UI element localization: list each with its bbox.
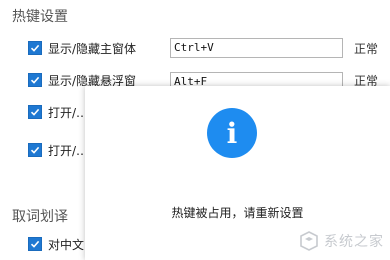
- open-2-label: 打开/…: [48, 143, 89, 158]
- open-2-checkbox[interactable]: [28, 143, 42, 157]
- hotkey-row-open-1: 打开/…: [28, 102, 88, 122]
- hotkey-settings-page: 热键设置 显示/隐藏主窗体 Ctrl+V 正常 显示/隐藏悬浮窗 Alt+F 正…: [0, 0, 390, 260]
- open-1-checkbox[interactable]: [28, 105, 42, 119]
- checkmark-icon: [30, 108, 40, 116]
- watermark: 系统之家: [298, 230, 384, 252]
- watermark-logo-icon: [300, 231, 318, 251]
- hotkey-section-title: 热键设置: [12, 9, 68, 25]
- checkmark-icon: [30, 44, 40, 52]
- checkmark-icon: [30, 146, 40, 154]
- open-1-label: 打开/…: [48, 105, 89, 120]
- chinese-checkbox[interactable]: [28, 237, 42, 251]
- word-section-title: 取词划译: [12, 209, 68, 225]
- main-window-checkbox[interactable]: [28, 41, 42, 55]
- checkmark-icon: [30, 240, 40, 248]
- main-window-label: 显示/隐藏主窗体: [48, 41, 137, 56]
- chinese-label: 对中文: [48, 237, 85, 252]
- main-window-status: 正常: [354, 42, 379, 56]
- hotkey-row-open-2: 打开/…: [28, 140, 88, 160]
- word-row-chinese: 对中文: [28, 234, 84, 254]
- hotkey-conflict-dialog: i 热键被占用，请重新设置 系统之家: [85, 86, 390, 260]
- dialog-message: 热键被占用，请重新设置: [171, 206, 304, 220]
- main-window-hotkey-input[interactable]: Ctrl+V: [170, 38, 343, 58]
- watermark-text: 系统之家: [324, 234, 384, 250]
- hotkey-row-main-window: 显示/隐藏主窗体: [28, 38, 136, 58]
- info-icon: i: [207, 108, 257, 158]
- checkmark-icon: [30, 76, 40, 84]
- float-window-checkbox[interactable]: [28, 73, 42, 87]
